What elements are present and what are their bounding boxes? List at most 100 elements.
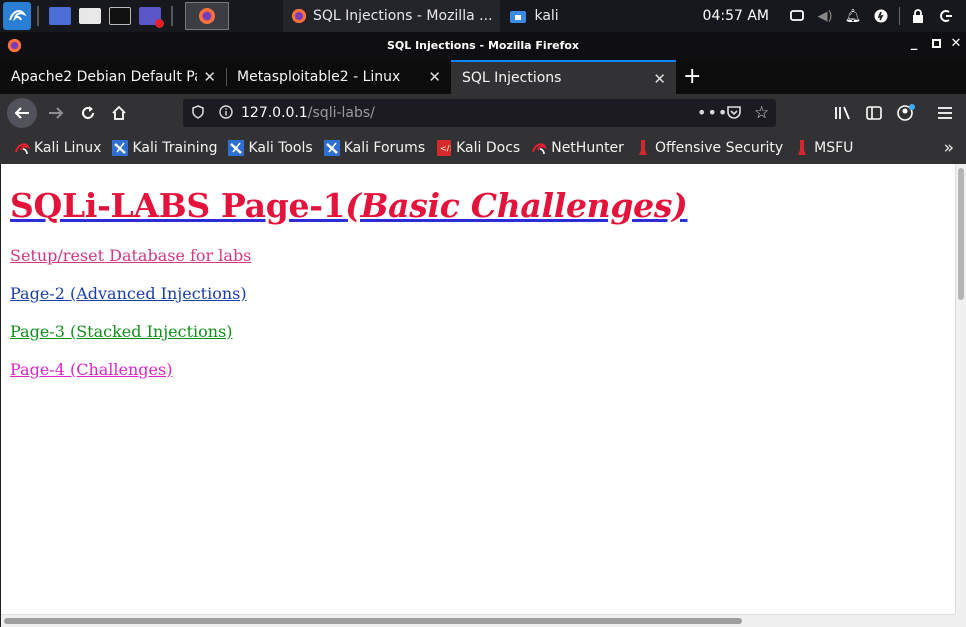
tab-label: Apache2 Debian Default Pag xyxy=(11,69,197,85)
reload-icon xyxy=(82,106,94,119)
page-3-link[interactable]: Page-3 (Stacked Injections) xyxy=(10,322,233,341)
close-tab-icon[interactable]: ✕ xyxy=(203,68,216,86)
bookmark-label: Kali Forums xyxy=(343,140,426,156)
kali-tools-icon xyxy=(228,140,245,156)
address-bar[interactable]: 127.0.0.1/sqli-labs/ ••• ☆ xyxy=(183,99,776,127)
bookmarks-toolbar: Kali Linux Kali Training Kali Tools Kali… xyxy=(0,132,966,164)
kali-docs-icon: </> xyxy=(436,140,452,156)
heading-main: SQLi-LABS Page-1 xyxy=(10,186,346,225)
taskbar-separator xyxy=(899,7,900,25)
taskbar-window-title: SQL Injections - Mozilla ... xyxy=(313,8,493,24)
kali-menu-icon[interactable] xyxy=(3,2,31,30)
pocket-icon[interactable] xyxy=(726,105,742,123)
bookmark-label: Kali Training xyxy=(132,140,218,156)
screen-recorder-icon[interactable] xyxy=(139,7,164,28)
page-2-link[interactable]: Page-2 (Advanced Injections) xyxy=(10,284,247,303)
home-icon xyxy=(112,105,126,120)
new-tab-button[interactable]: + xyxy=(683,64,701,89)
hamburger-menu-icon xyxy=(938,107,952,119)
offsec-icon xyxy=(635,140,651,156)
url-host: 127.0.0.1 xyxy=(241,105,308,121)
bookmark-label: Kali Tools xyxy=(248,140,313,156)
clock[interactable]: 04:57 AM xyxy=(703,8,769,24)
lock-screen-icon[interactable] xyxy=(910,8,926,24)
workspace-label: kali xyxy=(534,8,559,24)
sidebar-icon xyxy=(866,106,882,120)
logout-icon[interactable] xyxy=(938,8,954,24)
display-icon[interactable] xyxy=(789,8,805,24)
bookmark-nethunter[interactable]: NetHunter xyxy=(531,140,624,156)
file-manager-icon[interactable] xyxy=(79,8,101,24)
vertical-scroll-thumb[interactable] xyxy=(958,168,964,300)
url-text[interactable]: 127.0.0.1/sqli-labs/ xyxy=(241,105,375,121)
firefox-icon xyxy=(291,8,307,24)
svg-text:</>: </> xyxy=(440,144,451,153)
taskbar-separator xyxy=(37,6,39,26)
page-content: SQLi-LABS Page-1(Basic Challenges) Setup… xyxy=(1,164,955,614)
firefox-launcher-icon[interactable] xyxy=(185,2,229,30)
bookmark-kali-training[interactable]: Kali Training xyxy=(112,140,217,156)
show-desktop-icon[interactable] xyxy=(49,7,71,25)
bookmark-msfu[interactable]: MSFU xyxy=(794,140,853,156)
workspace-indicator[interactable]: kali xyxy=(510,8,559,24)
library-icon xyxy=(835,106,850,120)
back-button[interactable] xyxy=(7,98,37,128)
navigation-toolbar: 127.0.0.1/sqli-labs/ ••• ☆ xyxy=(0,94,966,132)
bookmark-label: Offensive Security xyxy=(654,140,784,156)
tab-strip: Apache2 Debian Default Pag ✕ Metasploita… xyxy=(0,60,966,94)
horizontal-scrollbar[interactable] xyxy=(1,614,955,627)
bookmark-offensive-security[interactable]: Offensive Security xyxy=(635,140,783,156)
setup-database-link[interactable]: Setup/reset Database for labs xyxy=(10,246,251,265)
tab-apache[interactable]: Apache2 Debian Default Pag ✕ xyxy=(0,60,226,94)
bookmark-label: Kali Docs xyxy=(456,140,521,156)
account-button[interactable] xyxy=(892,99,920,127)
close-tab-icon[interactable]: ✕ xyxy=(428,68,441,86)
tab-label: Metasploitable2 - Linux xyxy=(237,69,401,85)
forward-button[interactable] xyxy=(42,99,70,127)
bookmark-kali-linux[interactable]: Kali Linux xyxy=(14,140,101,156)
kali-dragon-icon xyxy=(14,140,30,156)
tab-label: SQL Injections xyxy=(462,70,562,86)
kali-forums-icon xyxy=(323,140,340,156)
sidebar-button[interactable] xyxy=(860,99,888,127)
reload-button[interactable] xyxy=(74,99,102,127)
tab-sql-injections[interactable]: SQL Injections ✕ xyxy=(451,60,676,94)
account-icon xyxy=(897,104,915,121)
bookmark-label: MSFU xyxy=(814,140,854,156)
url-path: /sqli-labs/ xyxy=(307,105,375,121)
terminal-icon[interactable] xyxy=(109,7,131,25)
maximize-button[interactable] xyxy=(927,37,945,52)
window-titlebar: SQL Injections - Mozilla Firefox _ ✕ xyxy=(0,32,966,60)
system-taskbar: SQL Injections - Mozilla ... kali 04:57 … xyxy=(0,0,966,32)
tracking-shield-icon[interactable] xyxy=(192,105,204,123)
taskbar-window-button[interactable]: SQL Injections - Mozilla ... xyxy=(283,0,501,32)
notification-bell-icon[interactable]: 🔔︎ xyxy=(845,8,862,24)
close-tab-icon[interactable]: ✕ xyxy=(653,70,666,88)
home-button[interactable] xyxy=(105,99,133,127)
vertical-scrollbar[interactable] xyxy=(955,164,966,614)
close-window-button[interactable]: ✕ xyxy=(947,36,965,51)
bookmark-kali-tools[interactable]: Kali Tools xyxy=(228,140,313,156)
site-info-icon[interactable] xyxy=(219,105,233,123)
page-actions-icon[interactable]: ••• xyxy=(697,103,728,122)
msfu-icon xyxy=(794,140,810,156)
app-menu-button[interactable] xyxy=(931,99,959,127)
horizontal-scroll-thumb[interactable] xyxy=(4,618,742,624)
forward-arrow-icon xyxy=(49,107,64,119)
power-manager-icon[interactable] xyxy=(873,8,889,24)
bookmark-kali-forums[interactable]: Kali Forums xyxy=(323,140,426,156)
scrollbar-corner xyxy=(955,614,966,627)
bookmark-star-icon[interactable]: ☆ xyxy=(754,103,769,123)
volume-muted-icon[interactable]: ◀) xyxy=(817,8,833,24)
library-button[interactable] xyxy=(829,99,857,127)
bookmark-label: NetHunter xyxy=(551,140,624,156)
page-4-link[interactable]: Page-4 (Challenges) xyxy=(10,360,172,379)
minimize-button[interactable]: _ xyxy=(905,36,923,51)
folder-home-icon xyxy=(510,11,527,23)
nethunter-icon xyxy=(531,140,548,156)
back-arrow-icon xyxy=(14,107,29,119)
more-bookmarks-chevron-icon[interactable]: » xyxy=(944,138,954,158)
page-heading[interactable]: SQLi-LABS Page-1(Basic Challenges) xyxy=(10,186,688,225)
tab-metasploitable[interactable]: Metasploitable2 - Linux ✕ xyxy=(226,60,451,94)
bookmark-kali-docs[interactable]: </> Kali Docs xyxy=(436,140,520,156)
